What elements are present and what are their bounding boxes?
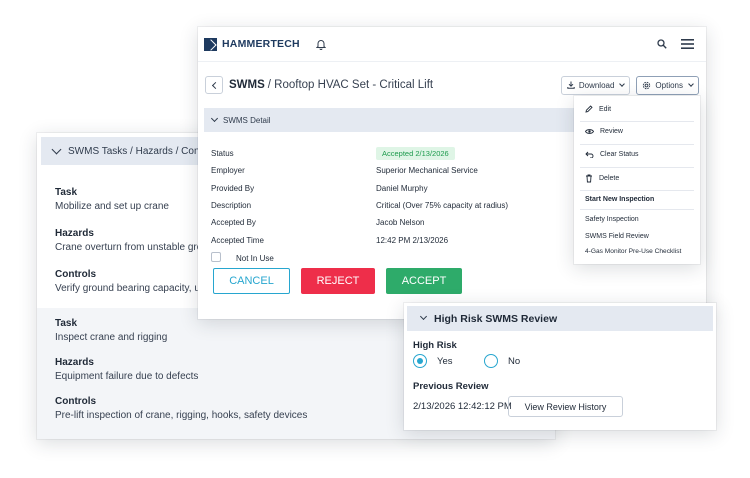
pencil-icon [585,105,593,113]
accept-button[interactable]: ACCEPT [386,268,462,294]
previous-review-label: Previous Review [413,381,489,392]
field-label: Description [211,201,252,210]
chevron-down-icon [51,144,62,154]
menu-item-4-gas-monitor-checklist[interactable]: 4-Gas Monitor Pre-Use Checklist [585,248,681,255]
menu-item-label: Clear Status [600,151,639,158]
download-icon [567,81,575,89]
menu-item-delete[interactable]: Delete [585,174,619,183]
review-panel-title: High Risk SWMS Review [434,312,558,325]
menu-item-safety-inspection[interactable]: Safety Inspection [585,216,639,223]
brand-name: HAMMERTECH [222,38,300,50]
menu-divider [580,121,694,122]
field-value: 12:42 PM 2/13/2026 [376,236,449,245]
previous-review-value: 2/13/2026 12:42:12 PM [413,401,512,412]
high-risk-yes-radio[interactable] [413,354,427,368]
field-value: Superior Mechanical Service [376,166,478,175]
status-badge: Accepted 2/13/2026 [376,147,455,160]
page-title: / Rooftop HVAC Set - Critical Lift [267,79,434,91]
chevron-left-icon [211,81,219,89]
yes-label: Yes [437,356,453,367]
tasks-panel-title: SWMS Tasks / Hazards / Controls [68,145,219,157]
options-label: Options [655,80,683,90]
undo-icon [585,151,594,158]
menu-item-label: Delete [599,175,620,182]
field-label: Accepted By [211,218,256,227]
menu-item-swms-field-review[interactable]: SWMS Field Review [585,233,649,240]
download-label: Download [578,80,615,90]
back-button[interactable] [205,76,223,94]
field-value: Daniel Murphy [376,184,428,193]
review-panel-header[interactable]: High Risk SWMS Review [407,306,713,331]
menu-divider [580,209,694,210]
chevron-down-icon [688,80,694,87]
field-value: Jacob Nelson [376,218,425,227]
view-review-history-button[interactable]: View Review History [508,396,623,417]
high-risk-no-radio[interactable] [484,354,498,368]
page-title-prefix: SWMS [229,79,265,91]
high-risk-review-panel: High Risk SWMS Review High Risk Yes No P… [404,303,716,430]
high-risk-label: High Risk [413,340,457,351]
menu-divider [580,144,694,145]
start-new-inspection-heading: Start New Inspection [585,196,655,203]
trash-icon [586,174,592,183]
eye-icon [585,129,594,134]
menu-divider [580,167,694,168]
cancel-button[interactable]: CANCEL [213,268,290,294]
chevron-down-icon [210,114,219,122]
hamburger-menu-icon[interactable] [681,39,694,49]
menu-item-label: Review [600,128,623,135]
menu-item-label: Edit [599,105,612,113]
field-label: Employer [211,166,245,175]
menu-item-clear-status[interactable]: Clear Status [585,151,639,158]
menu-divider [580,190,694,191]
chevron-down-icon [419,312,428,321]
chevron-down-icon [619,80,626,87]
field-value: Critical (Over 75% capacity at radius) [376,201,509,210]
field-label: Accepted Time [211,236,264,245]
options-dropdown-menu: Edit Review Clear Status Delete Start Ne… [574,96,700,264]
options-button[interactable]: Options [636,75,699,95]
search-icon[interactable] [657,39,667,49]
no-label: No [508,356,521,367]
field-label: Provided By [211,184,255,193]
download-button[interactable]: Download [560,75,631,95]
not-in-use-checkbox[interactable] [211,252,221,262]
menu-item-review[interactable]: Review [585,128,623,135]
reject-button[interactable]: REJECT [301,268,375,294]
field-label: Status [211,149,234,158]
top-navigation-bar: HAMMERTECH [198,27,706,62]
bell-icon[interactable] [315,39,326,50]
swms-detail-title: SWMS Detail [223,115,271,125]
menu-item-edit[interactable]: Edit [585,105,611,113]
not-in-use-label: Not In Use [236,254,274,263]
gear-icon [643,81,651,89]
hammertech-logo-icon [204,37,217,51]
